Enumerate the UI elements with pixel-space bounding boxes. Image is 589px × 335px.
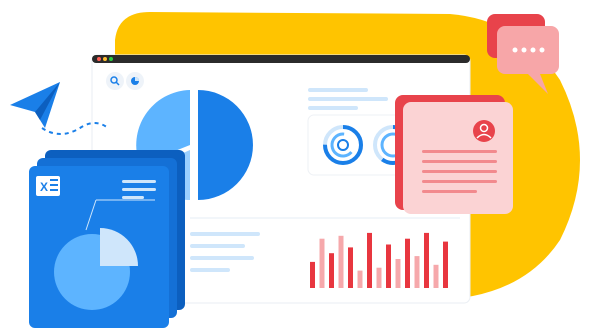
excel-file-stack: X [29,150,185,328]
window-dot-green[interactable] [109,57,113,61]
search-icon[interactable] [106,72,124,90]
excel-icon[interactable]: X [36,176,60,196]
bar [319,238,325,288]
bar [348,247,353,288]
window-title-bar [92,55,470,63]
bar [329,253,334,288]
window-dot-red[interactable] [97,57,101,61]
bar [310,261,315,288]
pie-chart-icon[interactable] [126,72,144,90]
bar [386,244,391,288]
bar [443,241,448,288]
bar [357,270,363,288]
bar [414,256,420,288]
illustration-svg: X [10,12,580,328]
bar [367,232,372,288]
svg-text:X: X [40,180,48,194]
bar [424,232,429,288]
bar [405,238,410,288]
bar [395,259,401,288]
illustration: X [0,0,589,335]
window-dot-yellow[interactable] [103,57,107,61]
bar [433,264,439,288]
bar [376,267,382,288]
user-profile-card [395,95,513,214]
bar [338,235,344,288]
user-icon[interactable] [473,120,495,142]
